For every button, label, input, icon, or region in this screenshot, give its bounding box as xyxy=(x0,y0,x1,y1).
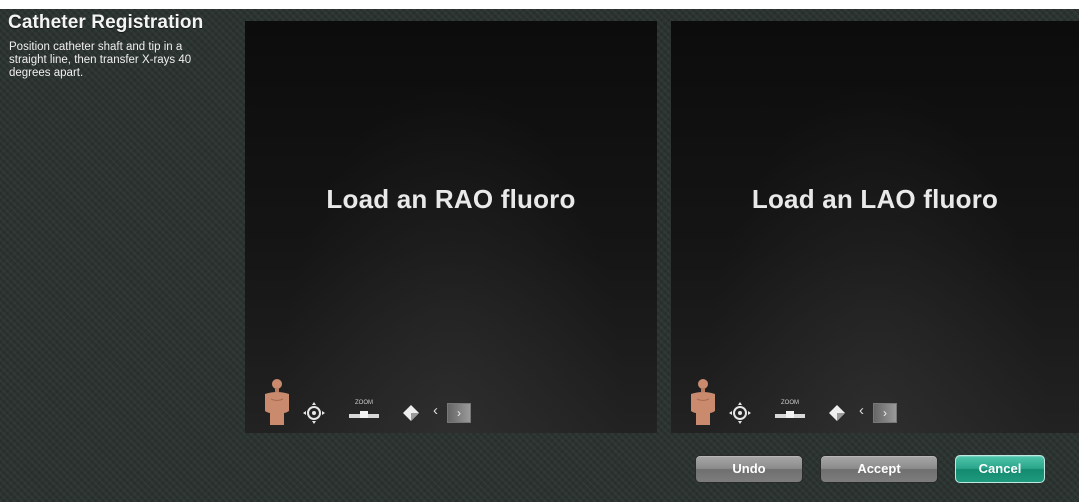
viewport-rao[interactable]: Load an RAO fluoro ZOOM ‹ › xyxy=(245,21,657,433)
page-title: Catheter Registration xyxy=(8,12,204,33)
previous-arrow-icon[interactable]: ‹ xyxy=(433,401,443,421)
target-pan-icon[interactable] xyxy=(303,402,325,424)
viewport-lao[interactable]: Load an LAO fluoro ZOOM ‹ › xyxy=(671,21,1079,433)
previous-arrow-icon[interactable]: ‹ xyxy=(859,401,869,421)
zoom-icon[interactable]: ZOOM xyxy=(773,400,807,422)
window-top-strip xyxy=(0,0,1079,9)
panel-toggle-icon[interactable]: › xyxy=(447,403,471,423)
target-pan-icon[interactable] xyxy=(729,402,751,424)
viewport-message: Load an RAO fluoro xyxy=(326,184,576,214)
accept-button[interactable]: Accept xyxy=(820,455,938,483)
cancel-button[interactable]: Cancel xyxy=(955,455,1045,483)
viewport-message: Load an LAO fluoro xyxy=(751,184,999,214)
sidebar: Catheter Registration Position catheter … xyxy=(8,12,238,80)
undo-button[interactable]: Undo xyxy=(695,455,803,483)
zoom-icon[interactable]: ZOOM xyxy=(347,400,381,422)
panel-toggle-icon[interactable]: › xyxy=(873,403,897,423)
contrast-diamond-icon[interactable] xyxy=(402,404,420,422)
body-orientation-icon[interactable] xyxy=(261,377,293,427)
instructions-text: Position catheter shaft and tip in a str… xyxy=(9,41,192,79)
contrast-diamond-icon[interactable] xyxy=(828,404,846,422)
body-orientation-icon[interactable] xyxy=(687,377,719,427)
